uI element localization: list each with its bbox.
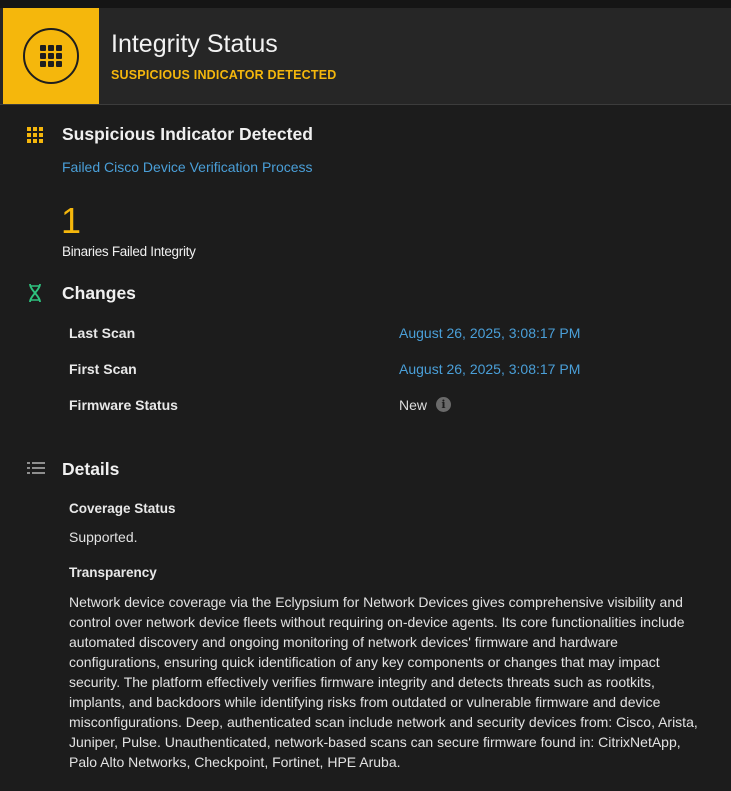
page-title: Integrity Status	[111, 30, 278, 58]
coverage-status-value: Supported.	[69, 529, 138, 545]
dna-changes-icon	[29, 283, 41, 303]
indicator-section-title: Suspicious Indicator Detected	[62, 124, 313, 144]
firmware-status-label: Firmware Status	[69, 397, 178, 413]
page-header: Integrity Status SUSPICIOUS INDICATOR DE…	[0, 8, 731, 105]
grid-icon	[23, 28, 79, 84]
changes-section-title: Changes	[62, 283, 136, 303]
failed-binaries-count: 1	[61, 200, 82, 241]
list-icon	[27, 462, 45, 474]
first-scan-value[interactable]: August 26, 2025, 3:08:17 PM	[399, 361, 580, 377]
status-badge	[3, 8, 99, 104]
grid-icon	[27, 127, 43, 143]
first-scan-label: First Scan	[69, 361, 137, 377]
page-subtitle: SUSPICIOUS INDICATOR DETECTED	[111, 68, 337, 82]
info-icon[interactable]: i	[436, 397, 451, 412]
failed-binaries-label: Binaries Failed Integrity	[62, 244, 196, 259]
transparency-label: Transparency	[69, 565, 157, 580]
transparency-text: Network device coverage via the Eclypsiu…	[69, 594, 698, 770]
coverage-status-label: Coverage Status	[69, 501, 176, 516]
last-scan-value[interactable]: August 26, 2025, 3:08:17 PM	[399, 325, 580, 341]
details-section-title: Details	[62, 459, 120, 479]
firmware-status-value: New	[399, 397, 428, 413]
verification-process-link[interactable]: Failed Cisco Device Verification Process	[62, 159, 313, 175]
top-strip	[0, 0, 731, 8]
last-scan-label: Last Scan	[69, 325, 136, 341]
